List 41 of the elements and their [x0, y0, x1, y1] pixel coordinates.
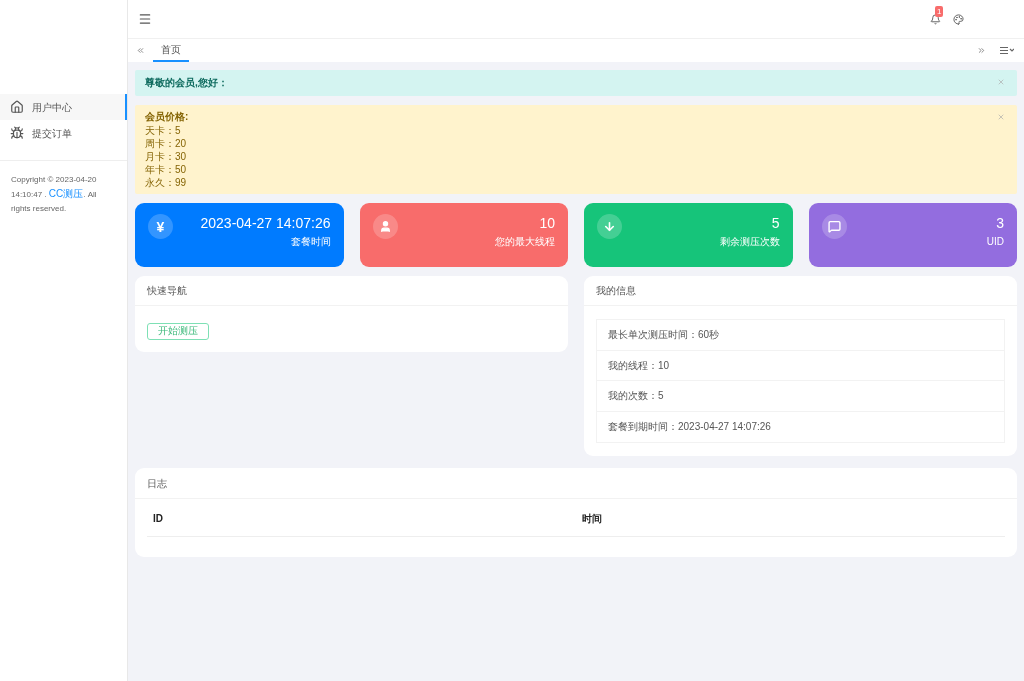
stat-value: 3	[996, 214, 1004, 232]
sidebar-item[interactable]: 用户中心	[0, 94, 127, 120]
yen-icon: ¥	[156, 219, 165, 234]
stat-label: UID	[986, 236, 1004, 248]
alert-title: 尊敬的会员,您好：	[145, 76, 228, 90]
column-header: ID	[153, 513, 163, 524]
stat-label: 剩余测压次数	[719, 236, 780, 248]
menu-icon[interactable]	[138, 12, 152, 26]
down-arrow-icon	[603, 220, 616, 233]
scroll-right-icon[interactable]	[977, 46, 986, 55]
price-line: 周卡：20	[145, 137, 187, 150]
info-row-text: 套餐到期时间：2023-04-27 14:07:26	[608, 420, 771, 435]
info-row-text: 我的线程：10	[608, 358, 670, 373]
stat-label: 套餐时间	[290, 236, 331, 248]
column-header: 时间	[582, 513, 602, 524]
tab-menu-icon[interactable]	[1000, 46, 1014, 55]
info-row-text: 我的次数：5	[608, 389, 664, 404]
price-line: 天卡：5	[145, 124, 181, 137]
home-icon	[10, 100, 24, 114]
user-icon	[378, 220, 392, 233]
price-line: 年卡：50	[145, 163, 187, 176]
palette-icon[interactable]	[953, 13, 964, 25]
stat-value: 10	[539, 214, 555, 232]
stat-value: 2023-04-27 14:07:26	[200, 214, 331, 232]
stat-label: 您的最大线程	[495, 236, 555, 248]
notification-badge: 1	[935, 5, 944, 17]
stat-value: 5	[771, 214, 780, 232]
tab[interactable]: 首页	[153, 39, 189, 62]
copyright-text: Copyright © 2023-04-20 14:10:47 . CC测压. All rights reserved.	[11, 174, 98, 215]
info-row-text: 最长单次测压时间：60秒	[608, 328, 720, 343]
price-line: 月卡：30	[145, 150, 187, 163]
sidebar-item[interactable]: 提交订单	[0, 120, 127, 146]
alert-title: 会员价格:	[145, 110, 189, 124]
price-line: 永久：99	[145, 176, 187, 189]
card-title: 快速导航	[147, 284, 187, 298]
scroll-left-icon[interactable]	[136, 46, 145, 55]
card-title: 我的信息	[596, 284, 636, 298]
bug-icon	[10, 126, 24, 140]
notification-icon[interactable]	[930, 13, 941, 25]
message-icon	[827, 220, 841, 233]
card-title: 日志	[147, 476, 167, 491]
